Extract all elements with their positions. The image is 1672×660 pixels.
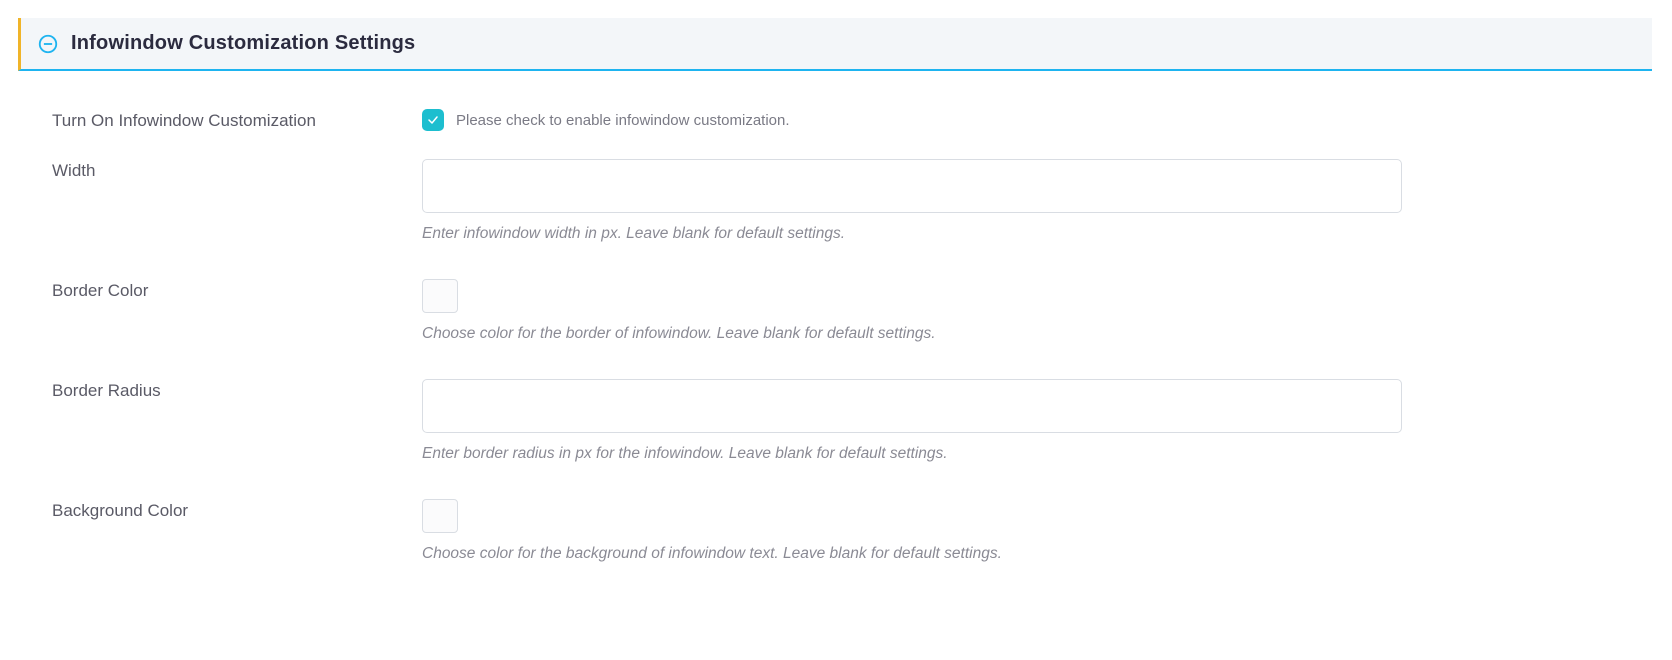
panel-header[interactable]: Infowindow Customization Settings	[18, 18, 1652, 71]
width-input[interactable]	[422, 159, 1402, 213]
background-color-hint: Choose color for the background of infow…	[422, 545, 1402, 563]
panel-title: Infowindow Customization Settings	[71, 32, 415, 55]
row-enable: Turn On Infowindow Customization Please …	[52, 109, 1632, 131]
label-width: Width	[52, 159, 422, 181]
background-color-picker[interactable]	[422, 499, 458, 533]
border-color-hint: Choose color for the border of infowindo…	[422, 325, 1402, 343]
width-hint: Enter infowindow width in px. Leave blan…	[422, 225, 1402, 243]
row-border-radius: Border Radius Enter border radius in px …	[52, 379, 1632, 463]
label-border-color: Border Color	[52, 279, 422, 301]
enable-checkbox[interactable]	[422, 109, 444, 131]
row-width: Width Enter infowindow width in px. Leav…	[52, 159, 1632, 243]
collapse-minus-icon[interactable]	[37, 33, 59, 55]
border-radius-input[interactable]	[422, 379, 1402, 433]
enable-checkbox-wrap: Please check to enable infowindow custom…	[422, 109, 1402, 131]
row-border-color: Border Color Choose color for the border…	[52, 279, 1632, 343]
border-color-picker[interactable]	[422, 279, 458, 313]
settings-page: Infowindow Customization Settings Turn O…	[0, 0, 1672, 660]
border-radius-hint: Enter border radius in px for the infowi…	[422, 445, 1402, 463]
row-background-color: Background Color Choose color for the ba…	[52, 499, 1632, 563]
check-icon	[427, 114, 439, 126]
enable-hint: Please check to enable infowindow custom…	[456, 112, 790, 129]
label-border-radius: Border Radius	[52, 379, 422, 401]
label-enable: Turn On Infowindow Customization	[52, 109, 422, 131]
panel-body: Turn On Infowindow Customization Please …	[18, 71, 1652, 573]
label-background-color: Background Color	[52, 499, 422, 521]
